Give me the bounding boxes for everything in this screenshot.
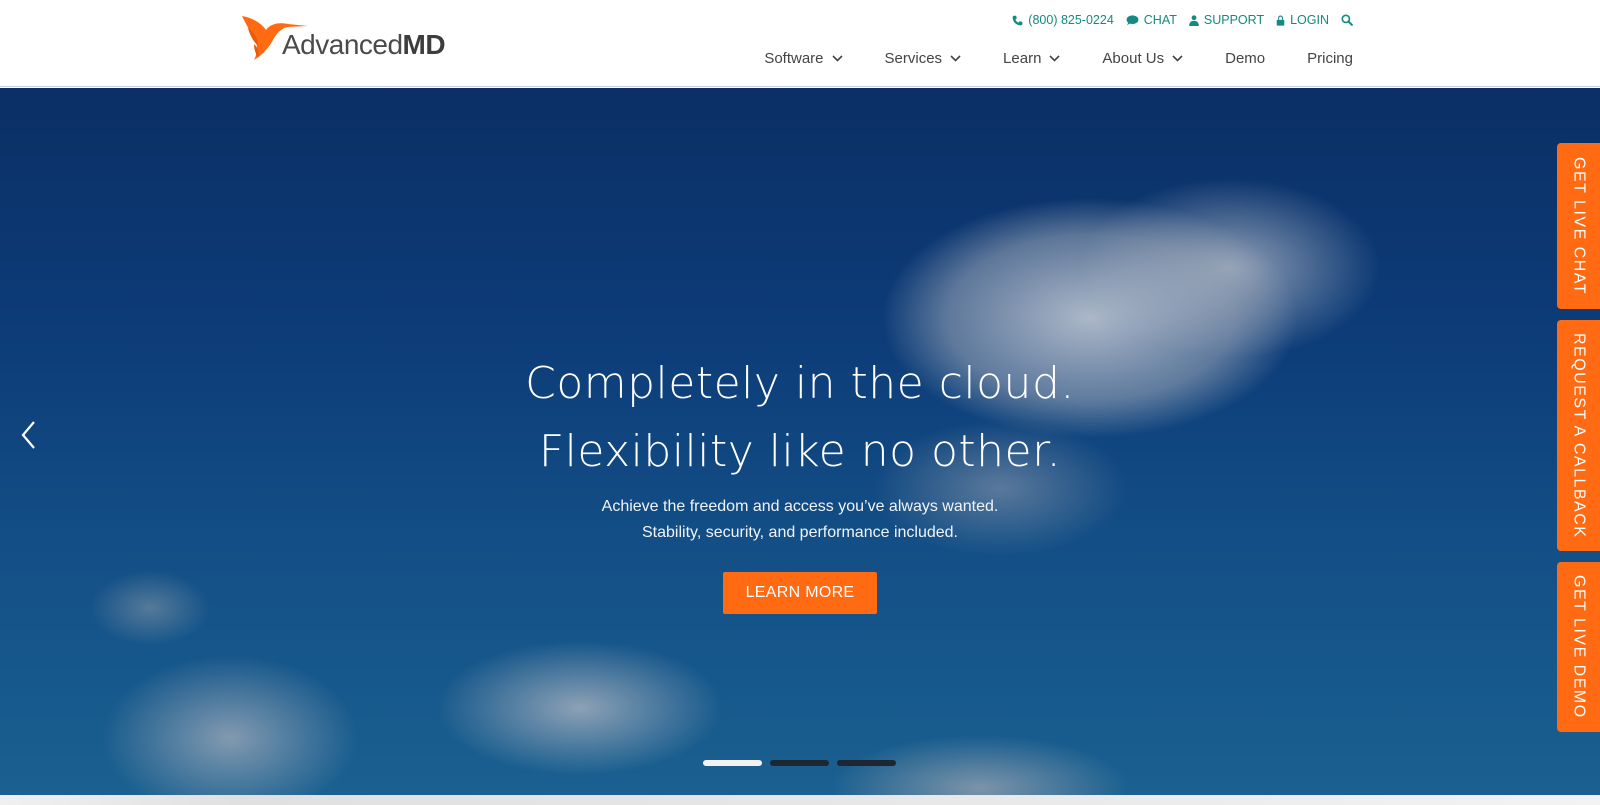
chat-bubble-icon bbox=[1126, 14, 1139, 25]
carousel-indicators bbox=[703, 760, 896, 766]
chevron-down-icon bbox=[950, 55, 961, 62]
support-label: SUPPORT bbox=[1203, 13, 1265, 27]
carousel-indicator-2[interactable] bbox=[770, 760, 829, 766]
phone-number: (800) 825-0224 bbox=[1028, 13, 1114, 27]
nav-label: Pricing bbox=[1307, 50, 1353, 67]
chevron-down-icon bbox=[831, 55, 843, 62]
logo[interactable]: AdvancedMD bbox=[240, 14, 460, 64]
side-tab-label: REQUEST A CALLBACK bbox=[1570, 332, 1588, 539]
nav-label: Software bbox=[764, 50, 824, 67]
chat-label: CHAT bbox=[1143, 13, 1177, 27]
support-link[interactable]: SUPPORT bbox=[1189, 13, 1264, 27]
get-live-demo-tab[interactable]: GET LIVE DEMO bbox=[1557, 562, 1600, 732]
nav-software[interactable]: Software bbox=[764, 50, 843, 67]
nav-label: Services bbox=[884, 50, 943, 67]
nav-learn[interactable]: Learn bbox=[1003, 50, 1060, 67]
hero-headline-2: Flexibility like no other. bbox=[538, 426, 1062, 477]
page-bottom-strip bbox=[0, 795, 1600, 805]
site-header: AdvancedMD (800) 825-0224 CHAT SUPPORT L… bbox=[0, 0, 1600, 87]
hero-subtext: Achieve the freedom and access you’ve al… bbox=[0, 494, 1600, 546]
utility-bar: (800) 825-0224 CHAT SUPPORT LOGIN bbox=[1012, 13, 1353, 27]
hero-carousel: Completely in the cloud. Flexibility lik… bbox=[0, 88, 1600, 795]
phone-icon bbox=[1012, 15, 1023, 25]
search-icon bbox=[1341, 14, 1353, 26]
chat-link[interactable]: CHAT bbox=[1126, 13, 1177, 27]
nav-label: Demo bbox=[1225, 50, 1266, 67]
request-callback-tab[interactable]: REQUEST A CALLBACK bbox=[1557, 320, 1600, 551]
chevron-down-icon bbox=[1172, 55, 1183, 62]
nav-label: Learn bbox=[1003, 50, 1042, 67]
get-live-chat-tab[interactable]: GET LIVE CHAT bbox=[1557, 143, 1600, 309]
main-nav: Software Services Learn About Us Demo Pr… bbox=[764, 50, 1353, 67]
login-label: LOGIN bbox=[1290, 13, 1329, 27]
nav-label: About Us bbox=[1102, 50, 1165, 67]
nav-about-us[interactable]: About Us bbox=[1102, 50, 1183, 67]
side-tab-label: GET LIVE DEMO bbox=[1570, 575, 1588, 719]
hero-content: Completely in the cloud. Flexibility lik… bbox=[0, 350, 1600, 614]
carousel-indicator-1[interactable] bbox=[703, 760, 762, 766]
phone-link[interactable]: (800) 825-0224 bbox=[1012, 13, 1114, 27]
chevron-down-icon bbox=[1049, 55, 1060, 62]
search-button[interactable] bbox=[1341, 14, 1353, 26]
login-link[interactable]: LOGIN bbox=[1276, 13, 1329, 27]
learn-more-button[interactable]: LEARN MORE bbox=[722, 572, 878, 614]
user-icon bbox=[1189, 14, 1199, 26]
hero-subtext-line-1: Achieve the freedom and access you’ve al… bbox=[601, 498, 999, 515]
nav-services[interactable]: Services bbox=[885, 50, 962, 67]
lock-icon bbox=[1276, 15, 1285, 26]
nav-demo[interactable]: Demo bbox=[1225, 50, 1265, 67]
hero-subtext-line-2: Stability, security, and performance inc… bbox=[641, 524, 958, 541]
logo-wordmark: AdvancedMD bbox=[282, 29, 446, 60]
nav-pricing[interactable]: Pricing bbox=[1307, 50, 1353, 67]
hero-headline-1: Completely in the cloud. bbox=[525, 358, 1075, 409]
carousel-indicator-3[interactable] bbox=[837, 760, 896, 766]
side-tab-label: GET LIVE CHAT bbox=[1570, 156, 1588, 296]
